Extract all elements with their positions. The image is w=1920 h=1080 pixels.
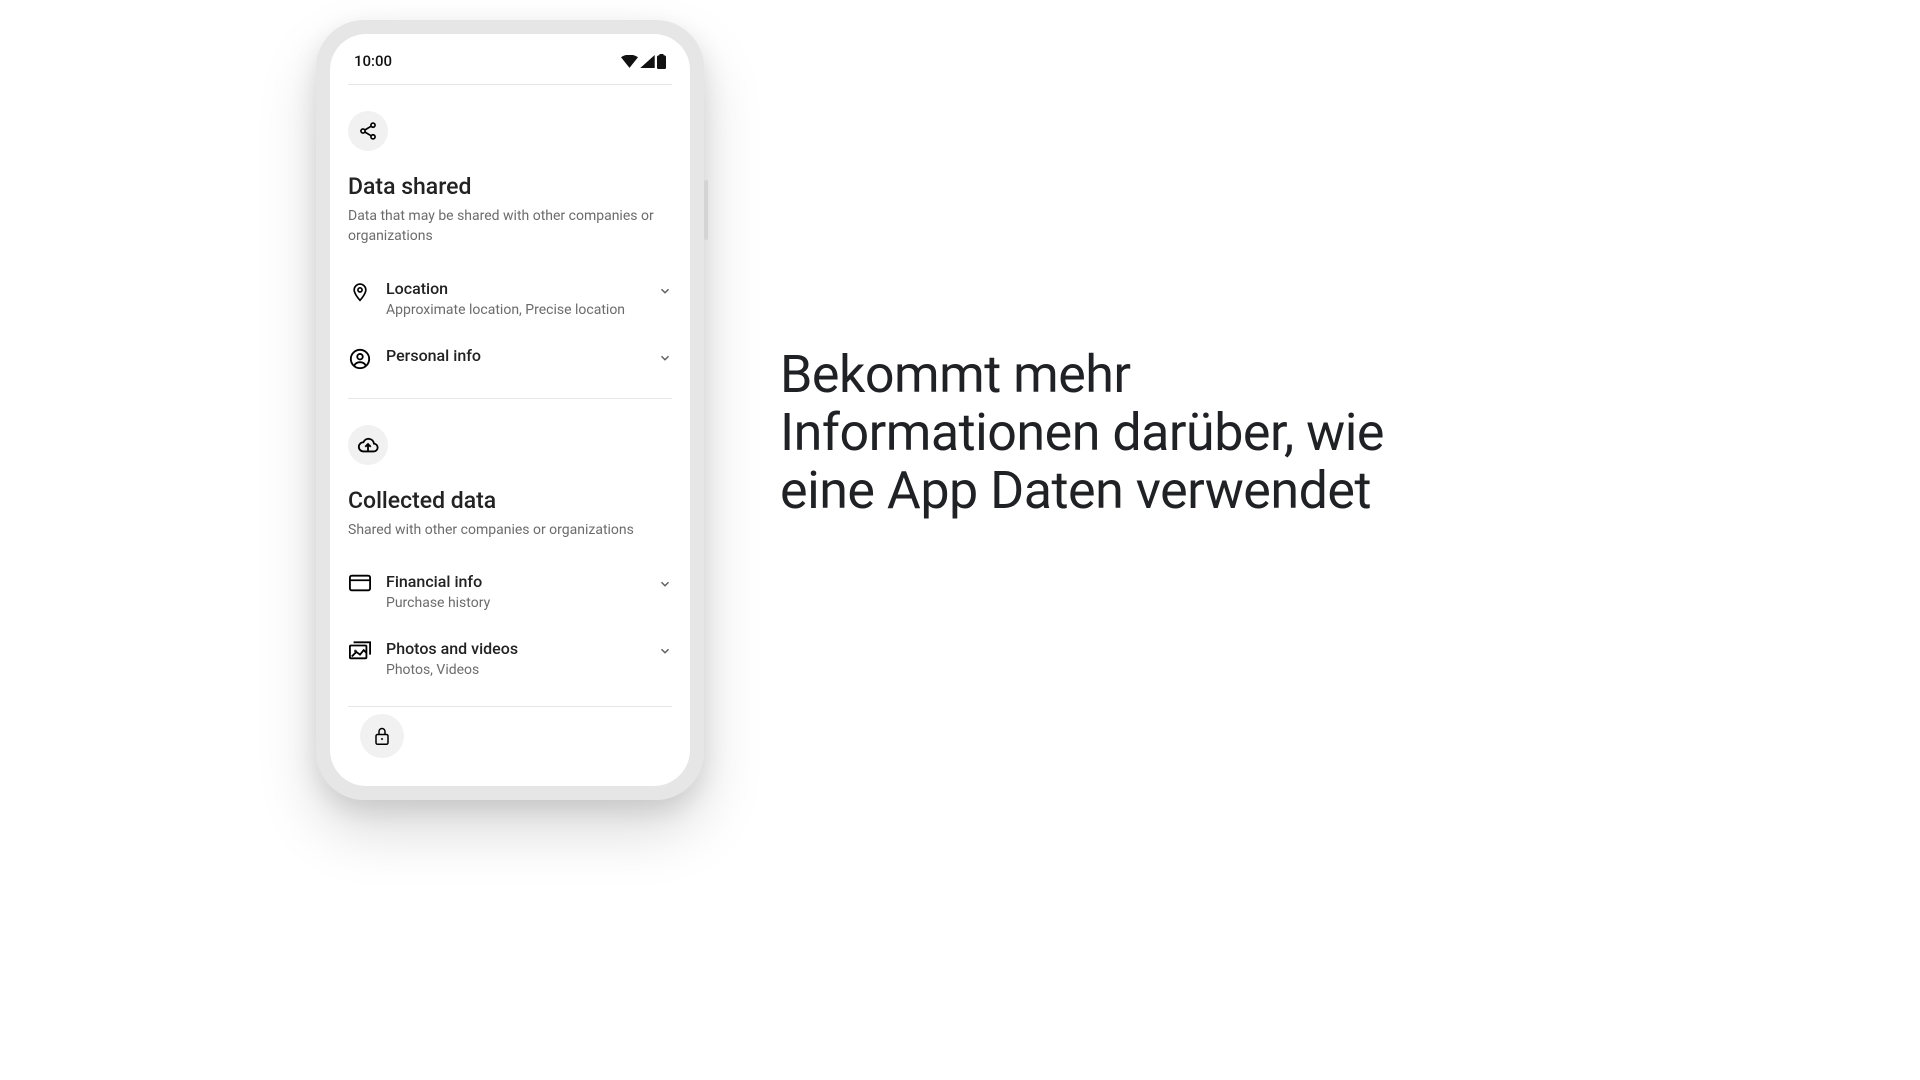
divider [348, 706, 672, 707]
row-title: Location [386, 279, 644, 298]
row-personal-info[interactable]: Personal info [348, 332, 672, 384]
section-title: Data shared [348, 173, 672, 200]
section-collected-data: Collected data Shared with other compani… [348, 399, 672, 707]
location-pin-icon [348, 279, 372, 303]
row-subtitle: Photos, Videos [386, 662, 644, 678]
phone-frame: 10:00 [316, 20, 704, 800]
phone-mockup: 10:00 [316, 20, 704, 800]
content-scroll: Data shared Data that may be shared with… [330, 85, 690, 707]
row-photos-videos[interactable]: Photos and videos Photos, Videos [348, 625, 672, 692]
row-location[interactable]: Location Approximate location, Precise l… [348, 265, 672, 332]
chevron-down-icon [658, 279, 672, 302]
phone-side-button [704, 180, 708, 240]
section-subtitle: Shared with other companies or organizat… [348, 520, 672, 540]
headline-text: Bekommt mehr Informationen darüber, wie … [780, 346, 1440, 521]
row-subtitle: Approximate location, Precise location [386, 302, 644, 318]
phone-screen: 10:00 [330, 34, 690, 786]
chevron-down-icon [658, 639, 672, 662]
row-subtitle: Purchase history [386, 595, 644, 611]
row-title: Photos and videos [386, 639, 644, 658]
status-bar: 10:00 [330, 34, 690, 84]
section-subtitle: Data that may be shared with other compa… [348, 206, 672, 247]
lock-icon [360, 714, 404, 758]
battery-icon [657, 54, 666, 69]
status-icons [621, 54, 666, 69]
share-icon [348, 111, 388, 151]
row-financial-info[interactable]: Financial info Purchase history [348, 558, 672, 625]
chevron-down-icon [658, 572, 672, 595]
person-icon [348, 346, 372, 370]
section-data-shared: Data shared Data that may be shared with… [348, 85, 672, 399]
cellular-icon [640, 55, 655, 68]
cloud-upload-icon [348, 425, 388, 465]
wifi-icon [621, 55, 638, 68]
row-title: Personal info [386, 346, 644, 365]
section-title: Collected data [348, 487, 672, 514]
row-title: Financial info [386, 572, 644, 591]
status-time: 10:00 [354, 52, 392, 70]
gallery-icon [348, 639, 372, 661]
credit-card-icon [348, 572, 372, 592]
chevron-down-icon [658, 346, 672, 369]
